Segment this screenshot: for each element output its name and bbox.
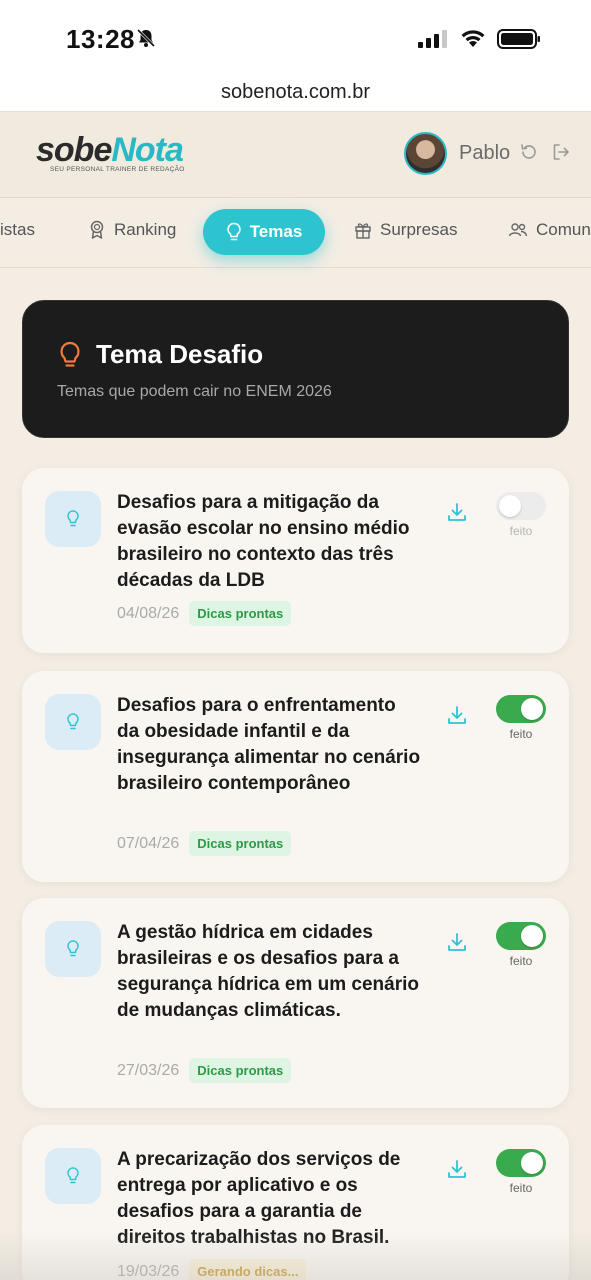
theme-card[interactable]: Desafios para a mitigação da evasão esco…	[22, 468, 569, 653]
theme-meta: 27/03/26 Dicas prontas	[117, 1058, 292, 1083]
tab-label: Ranking	[114, 220, 177, 239]
tab-label: istas	[0, 220, 35, 239]
theme-meta: 19/03/26 Gerando dicas...	[117, 1259, 307, 1280]
theme-card[interactable]: Desafios para o enfrentamento da obesida…	[22, 671, 569, 882]
tab-surpresas[interactable]: Surpresas	[354, 220, 457, 240]
cellular-signal-icon	[418, 30, 447, 48]
download-icon[interactable]	[446, 1158, 468, 1180]
hero-subtitle: Temas que podem cair no ENEM 2026	[57, 383, 332, 400]
tab-ranking[interactable]: Ranking	[88, 220, 176, 240]
theme-title: A gestão hídrica em cidades brasileiras …	[117, 922, 420, 1021]
card-icon	[45, 491, 101, 547]
gift-icon	[355, 223, 371, 239]
theme-title: A precarização dos serviços de entrega p…	[117, 1149, 401, 1248]
tema-desafio-banner: Tema Desafio Temas que podem cair no ENE…	[22, 300, 569, 438]
lightbulb-icon	[67, 713, 79, 730]
done-label: feito	[509, 524, 533, 538]
download-icon[interactable]	[446, 501, 468, 523]
toggle-knob	[521, 1152, 543, 1174]
medal-icon	[90, 220, 104, 239]
url-bar[interactable]: sobenota.com.br	[0, 78, 591, 112]
lightbulb-icon	[67, 940, 79, 957]
done-toggle[interactable]	[496, 492, 546, 520]
toggle-knob	[521, 698, 543, 720]
status-badge: Dicas prontas	[189, 1058, 292, 1083]
card-icon	[45, 921, 101, 977]
refresh-icon[interactable]	[519, 142, 539, 162]
done-toggle[interactable]	[496, 695, 546, 723]
tab-label: Surpresas	[380, 220, 458, 239]
lightbulb-icon	[60, 341, 80, 367]
status-time: 13:28	[66, 24, 135, 54]
lightbulb-icon	[67, 510, 79, 527]
logo-part-sobe: sobe	[36, 131, 112, 169]
theme-title: Desafios para o enfrentamento da obesida…	[117, 695, 421, 794]
done-toggle[interactable]	[496, 922, 546, 950]
logout-icon[interactable]	[551, 142, 571, 162]
theme-title: Desafios para a mitigação da evasão esco…	[117, 492, 410, 591]
battery-icon	[497, 29, 540, 49]
tab-label: Comun	[536, 220, 591, 239]
wifi-icon	[461, 30, 485, 47]
theme-card[interactable]: A precarização dos serviços de entrega p…	[22, 1125, 569, 1280]
avatar[interactable]	[404, 132, 447, 175]
theme-card[interactable]: A gestão hídrica em cidades brasileiras …	[22, 898, 569, 1108]
download-icon[interactable]	[446, 931, 468, 953]
status-badge: Dicas prontas	[189, 831, 292, 856]
username[interactable]: Pablo	[459, 142, 510, 165]
status-badge: Dicas prontas	[189, 601, 292, 626]
done-toggle[interactable]	[496, 1149, 546, 1177]
tab-temas[interactable]: Temas	[203, 209, 325, 255]
theme-meta: 07/04/26 Dicas prontas	[117, 831, 292, 856]
toggle-knob	[499, 495, 521, 517]
card-icon	[45, 1148, 101, 1204]
theme-date: 27/03/26	[117, 1061, 180, 1079]
status-badge: Gerando dicas...	[189, 1259, 307, 1280]
theme-meta: 04/08/26 Dicas prontas	[117, 601, 292, 626]
url-text: sobenota.com.br	[221, 81, 370, 103]
tab-bar: istas Ranking Temas Surpresas Comun	[0, 198, 591, 268]
logo-part-nota: Nota	[111, 131, 184, 169]
logo-tagline: SEU PERSONAL TRAINER DE REDAÇÃO	[50, 166, 185, 173]
theme-date: 04/08/26	[117, 604, 180, 622]
toggle-knob	[521, 925, 543, 947]
theme-date: 07/04/26	[117, 834, 180, 852]
download-icon[interactable]	[446, 704, 468, 726]
card-icon	[45, 694, 101, 750]
tab-label: Temas	[249, 222, 303, 241]
bell-muted-icon	[136, 28, 156, 48]
users-icon	[508, 223, 528, 237]
done-label: feito	[509, 727, 533, 741]
app-header: sobeNota SEU PERSONAL TRAINER DE REDAÇÃO…	[0, 112, 591, 198]
theme-date: 19/03/26	[117, 1262, 180, 1280]
lightbulb-icon	[67, 1167, 79, 1184]
hero-title: Tema Desafio	[96, 339, 264, 369]
done-label: feito	[509, 1181, 533, 1195]
tab-listas[interactable]: istas	[0, 220, 35, 240]
logo[interactable]: sobeNota SEU PERSONAL TRAINER DE REDAÇÃO	[36, 132, 185, 173]
done-label: feito	[509, 954, 533, 968]
lightbulb-icon	[226, 222, 241, 241]
tab-comunidade[interactable]: Comun	[508, 220, 591, 240]
status-bar: 13:28	[0, 0, 591, 78]
